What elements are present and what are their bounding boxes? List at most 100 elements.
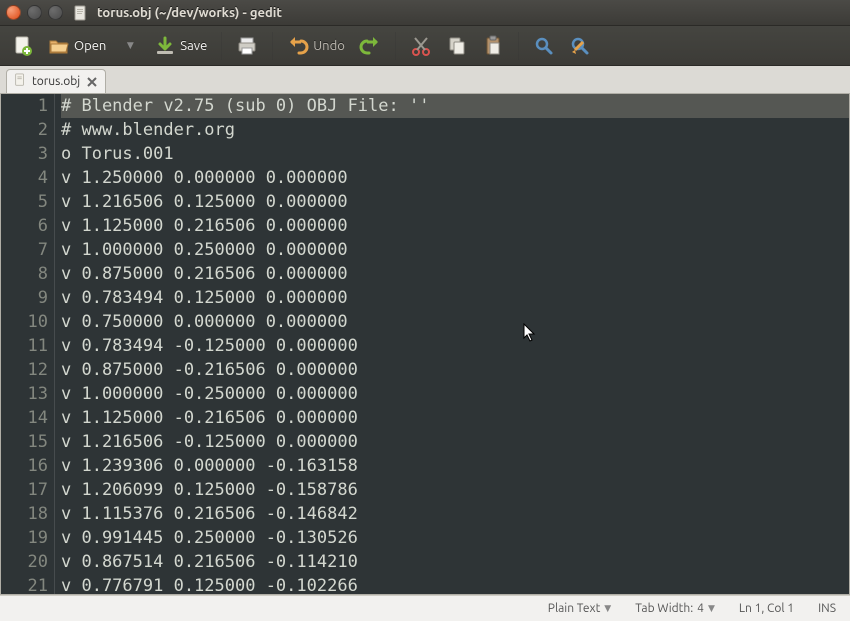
- editor[interactable]: 123456789101112131415161718192021 # Blen…: [0, 94, 850, 595]
- line-number: 18: [1, 502, 48, 526]
- new-document-icon: [12, 35, 34, 57]
- line-number-gutter: 123456789101112131415161718192021: [1, 94, 55, 594]
- find-replace-icon: [569, 35, 591, 57]
- print-icon: [236, 35, 258, 57]
- save-icon: [154, 35, 176, 57]
- toolbar-separator: [395, 32, 396, 60]
- code-line[interactable]: v 1.000000 0.250000 0.000000: [61, 238, 849, 262]
- save-button[interactable]: Save: [148, 30, 213, 62]
- toolbar-separator: [272, 32, 273, 60]
- code-area[interactable]: # Blender v2.75 (sub 0) OBJ File: ''# ww…: [55, 94, 849, 594]
- copy-button[interactable]: [440, 30, 474, 62]
- code-line[interactable]: v 0.783494 0.125000 0.000000: [61, 286, 849, 310]
- line-number: 6: [1, 214, 48, 238]
- find-button[interactable]: [527, 30, 561, 62]
- undo-icon: [287, 35, 309, 57]
- code-line[interactable]: v 1.216506 0.125000 0.000000: [61, 190, 849, 214]
- code-line[interactable]: v 1.000000 -0.250000 0.000000: [61, 382, 849, 406]
- code-line[interactable]: v 0.783494 -0.125000 0.000000: [61, 334, 849, 358]
- code-line[interactable]: v 0.750000 0.000000 0.000000: [61, 310, 849, 334]
- window-titlebar: torus.obj (~/dev/works) - gedit: [0, 0, 850, 26]
- main-toolbar: Open ▼ Save: [0, 26, 850, 66]
- cursor-position-text: Ln 1, Col 1: [739, 602, 794, 615]
- code-line[interactable]: v 1.206099 0.125000 -0.158786: [61, 478, 849, 502]
- code-line[interactable]: v 0.875000 0.216506 0.000000: [61, 262, 849, 286]
- folder-open-icon: [48, 35, 70, 57]
- code-line[interactable]: v 1.216506 -0.125000 0.000000: [61, 430, 849, 454]
- search-icon: [533, 35, 555, 57]
- line-number: 8: [1, 262, 48, 286]
- code-line[interactable]: v 0.776791 0.125000 -0.102266: [61, 574, 849, 595]
- tab-file-icon: [13, 73, 27, 90]
- insert-mode[interactable]: INS: [818, 602, 836, 615]
- code-line[interactable]: v 1.239306 0.000000 -0.163158: [61, 454, 849, 478]
- tabwidth-text: Tab Width:: [635, 602, 693, 615]
- find-replace-button[interactable]: [563, 30, 597, 62]
- line-number: 17: [1, 478, 48, 502]
- save-button-label: Save: [180, 39, 207, 53]
- window-title: torus.obj (~/dev/works) - gedit: [97, 6, 282, 20]
- toolbar-undo-group: Undo: [281, 30, 387, 62]
- undo-button-label: Undo: [313, 39, 345, 53]
- paste-button[interactable]: [476, 30, 510, 62]
- cursor-position: Ln 1, Col 1: [739, 602, 794, 615]
- line-number: 10: [1, 310, 48, 334]
- code-line[interactable]: v 0.867514 0.216506 -0.114210: [61, 550, 849, 574]
- line-number: 2: [1, 118, 48, 142]
- toolbar-find-group: [527, 30, 597, 62]
- line-number: 7: [1, 238, 48, 262]
- cut-button[interactable]: [404, 30, 438, 62]
- code-line[interactable]: v 1.250000 0.000000 0.000000: [61, 166, 849, 190]
- open-recent-dropdown[interactable]: ▼: [114, 30, 146, 62]
- tabwidth-selector[interactable]: Tab Width: 4 ▼: [635, 602, 715, 615]
- line-number: 13: [1, 382, 48, 406]
- redo-button[interactable]: [353, 30, 387, 62]
- code-line[interactable]: o Torus.001: [61, 142, 849, 166]
- line-number: 5: [1, 190, 48, 214]
- code-line[interactable]: v 0.991445 0.250000 -0.130526: [61, 526, 849, 550]
- chevron-down-icon: ▼: [708, 603, 715, 614]
- document-tab[interactable]: torus.obj: [6, 69, 106, 93]
- line-number: 4: [1, 166, 48, 190]
- open-button[interactable]: Open: [42, 30, 112, 62]
- code-line[interactable]: v 1.125000 0.216506 0.000000: [61, 214, 849, 238]
- window-close-button[interactable]: [6, 5, 21, 20]
- line-number: 1: [1, 94, 48, 118]
- line-number: 14: [1, 406, 48, 430]
- code-line[interactable]: # Blender v2.75 (sub 0) OBJ File: '': [61, 94, 849, 118]
- toolbar-separator: [221, 32, 222, 60]
- line-number: 20: [1, 550, 48, 574]
- code-line[interactable]: v 1.115376 0.216506 -0.146842: [61, 502, 849, 526]
- line-number: 21: [1, 574, 48, 595]
- line-number: 12: [1, 358, 48, 382]
- chevron-down-icon: ▼: [604, 603, 611, 614]
- tabwidth-value: 4: [697, 602, 704, 615]
- line-number: 19: [1, 526, 48, 550]
- window-minimize-button[interactable]: [27, 5, 42, 20]
- code-line[interactable]: # www.blender.org: [61, 118, 849, 142]
- cut-icon: [410, 35, 432, 57]
- syntax-label: Plain Text: [548, 602, 601, 615]
- line-number: 11: [1, 334, 48, 358]
- open-button-label: Open: [74, 39, 106, 53]
- code-line[interactable]: v 0.875000 -0.216506 0.000000: [61, 358, 849, 382]
- toolbar-clipboard-group: [404, 30, 510, 62]
- copy-icon: [446, 35, 468, 57]
- line-number: 9: [1, 286, 48, 310]
- syntax-selector[interactable]: Plain Text ▼: [548, 602, 611, 615]
- tab-close-button[interactable]: [85, 75, 99, 89]
- print-button[interactable]: [230, 30, 264, 62]
- document-tabbar: torus.obj: [0, 66, 850, 94]
- close-icon: [87, 77, 97, 87]
- chevron-down-icon: ▼: [127, 40, 134, 51]
- new-button[interactable]: [6, 30, 40, 62]
- app-icon: [73, 5, 89, 21]
- undo-button[interactable]: Undo: [281, 30, 351, 62]
- line-number: 3: [1, 142, 48, 166]
- code-line[interactable]: v 1.125000 -0.216506 0.000000: [61, 406, 849, 430]
- window-maximize-button[interactable]: [48, 5, 63, 20]
- toolbar-separator: [518, 32, 519, 60]
- line-number: 16: [1, 454, 48, 478]
- statusbar: Plain Text ▼ Tab Width: 4 ▼ Ln 1, Col 1 …: [0, 595, 850, 621]
- line-number: 15: [1, 430, 48, 454]
